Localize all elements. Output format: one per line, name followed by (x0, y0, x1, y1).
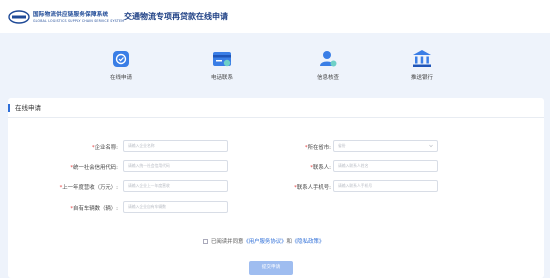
nav-label-info-check: 信息核查 (316, 75, 339, 81)
top-bar: 国际物流供应链服务保障系统 GLOBAL LOGISTICS SUPPLY CH… (0, 0, 550, 33)
phone-contact-icon (213, 52, 231, 67)
nav-label-phone-contact: 电话联系 (210, 75, 233, 81)
credit-code-input[interactable]: 请输入统一社会信用代码 (123, 160, 228, 172)
form-section-title: 在线申请 (8, 104, 41, 112)
company-name-input[interactable]: 请输入企业名称 (123, 140, 228, 152)
org-logo-icon (8, 10, 30, 24)
agreement-prefix: 已阅读并同意 (211, 239, 244, 245)
credit-code-label: *统一社会信用代码: (70, 165, 118, 171)
revenue-label: *上一年度营收（万元）: (59, 185, 118, 191)
nav-label-push-bank: 推送银行 (410, 75, 433, 81)
online-apply-icon (113, 51, 129, 67)
bank-icon (413, 50, 431, 67)
revenue-input[interactable]: 请输入企业上一年度营收 (123, 180, 228, 192)
chevron-down-icon (429, 144, 433, 148)
nav-label-online-apply: 在线申请 (109, 75, 132, 81)
vehicles-label: *自有车辆数（辆）: (70, 206, 118, 212)
contact-phone-label: *联系人手机号: (294, 185, 331, 191)
nav-item-push-bank[interactable]: 推送银行 (382, 49, 462, 81)
privacy-link[interactable]: 《隐私政策》 (292, 239, 324, 245)
page-title: 交通物流专项再贷款在线申请 (124, 12, 228, 21)
province-city-select[interactable]: 省份 (333, 140, 438, 152)
contact-label: *联系人: (310, 165, 331, 171)
agreement-checkbox[interactable] (203, 238, 208, 244)
info-check-icon (320, 51, 337, 67)
province-city-label: *所在省市: (304, 145, 331, 151)
company-name-label: *企业名称: (91, 145, 118, 151)
nav-item-phone-contact[interactable]: 电话联系 (182, 49, 262, 81)
submit-button[interactable]: 提交申请 (249, 261, 293, 275)
section-divider (8, 117, 544, 118)
contact-phone-input[interactable]: 请输入联系人手机号 (333, 180, 438, 192)
agreement-line: 已阅读并同意《用户服务协议》和《隐私政策》 (203, 237, 324, 245)
org-name: 国际物流供应链服务保障系统 (33, 12, 109, 18)
terms-link[interactable]: 《用户服务协议》 (243, 239, 286, 245)
vehicles-input[interactable]: 请输入企业自有车辆数 (123, 201, 228, 213)
org-name-en: GLOBAL LOGISTICS SUPPLY CHAIN SERVICE SY… (33, 19, 125, 23)
contact-input[interactable]: 请输入联系人姓名 (333, 160, 438, 172)
nav-item-info-check[interactable]: 信息核查 (288, 49, 368, 81)
nav-item-online-apply[interactable]: 在线申请 (81, 49, 161, 81)
